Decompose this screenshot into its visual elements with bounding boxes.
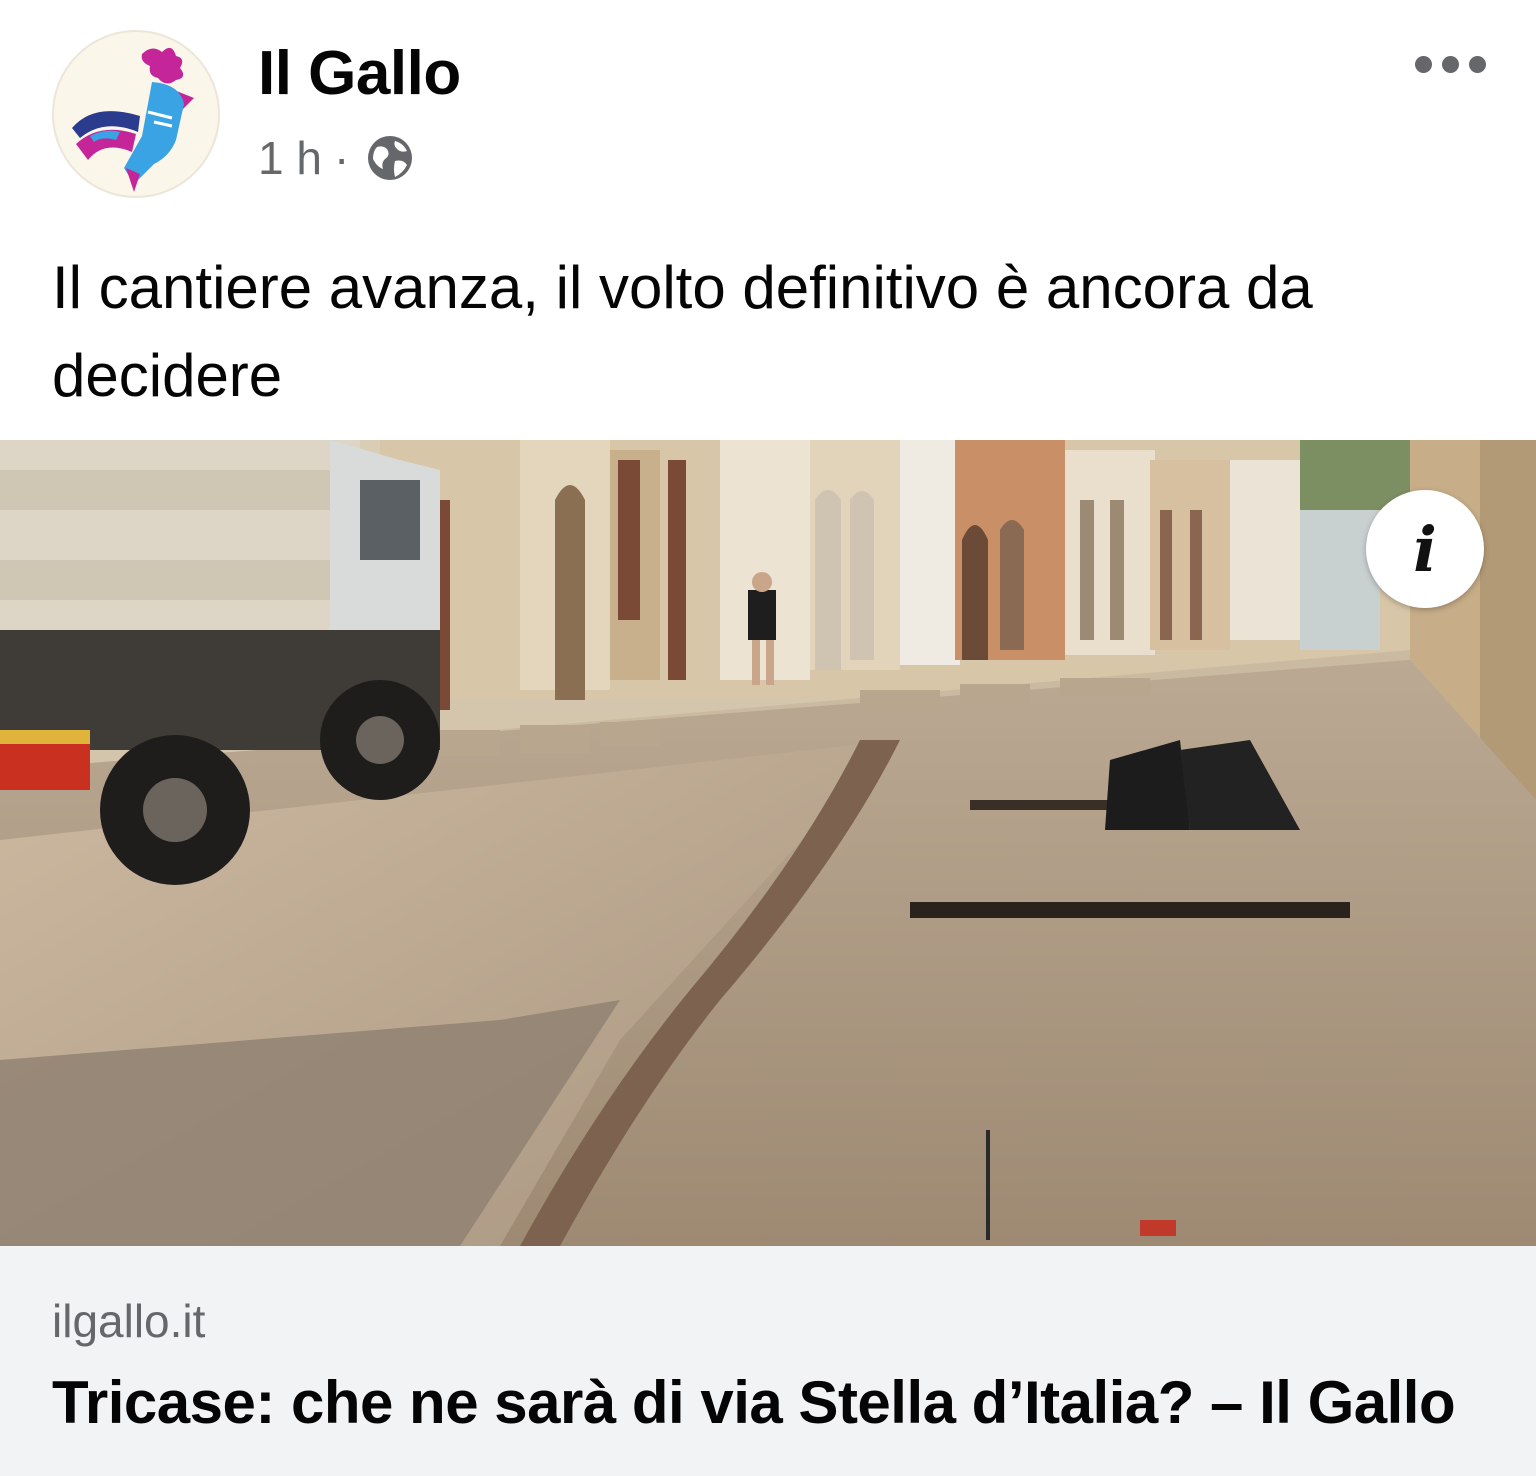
street-construction-photo xyxy=(0,440,1536,1246)
post-time[interactable]: 1 h xyxy=(258,131,322,185)
rooster-logo-icon xyxy=(72,47,194,192)
link-domain: ilgallo.it xyxy=(52,1295,206,1347)
link-title[interactable]: Tricase: che ne sarà di via Stella d’Ita… xyxy=(52,1368,1512,1437)
link-preview[interactable]: ilgallo.it Tricase: che ne sarà di via S… xyxy=(0,1246,1536,1476)
more-dot xyxy=(1441,55,1459,73)
link-image[interactable] xyxy=(0,440,1536,1246)
more-options-button[interactable] xyxy=(1398,40,1502,88)
post-meta: 1 h · xyxy=(258,130,415,186)
post-header: Il Gallo 1 h · xyxy=(0,0,1536,230)
info-button[interactable]: i xyxy=(1366,490,1484,608)
more-dot xyxy=(1414,55,1432,73)
page-avatar[interactable] xyxy=(52,30,220,198)
info-icon: i xyxy=(1413,512,1437,586)
page-name[interactable]: Il Gallo xyxy=(258,38,461,109)
post-text: Il cantiere avanza, il volto definitivo … xyxy=(52,254,1313,409)
meta-separator: · xyxy=(333,132,350,184)
globe-icon[interactable] xyxy=(365,133,415,183)
more-dot xyxy=(1468,55,1486,73)
